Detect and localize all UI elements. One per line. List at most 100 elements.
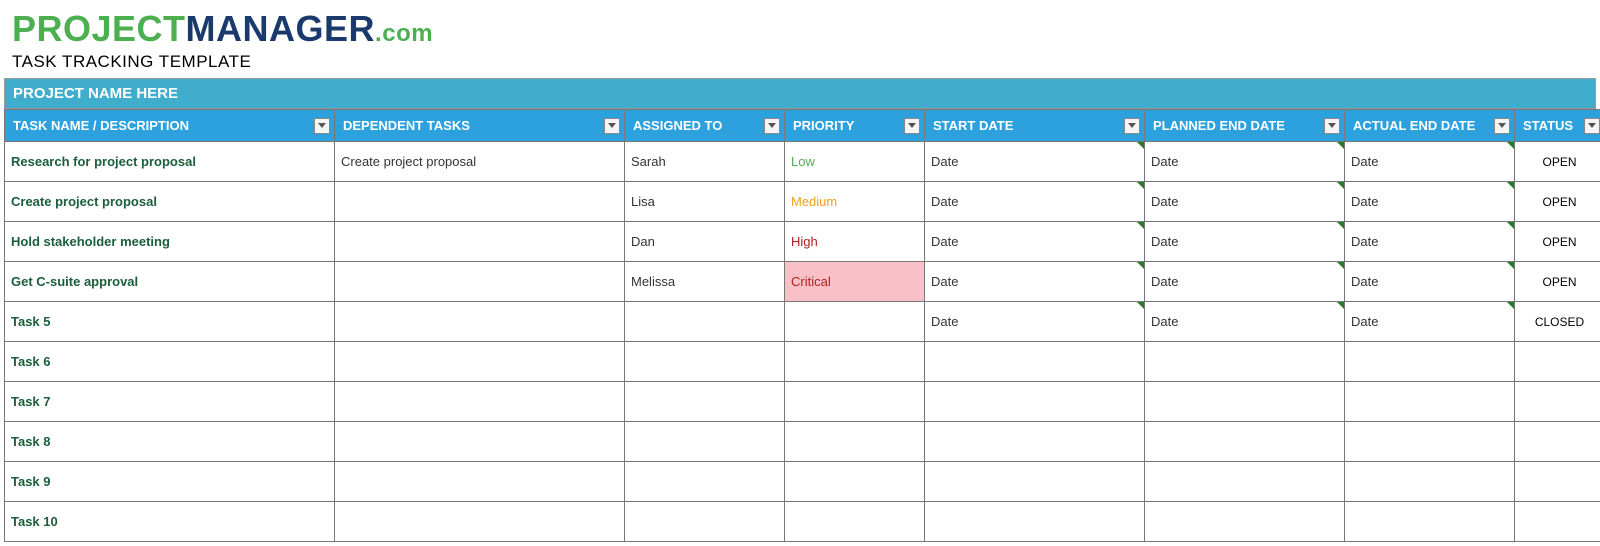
cell-priority-text: Medium (791, 194, 837, 209)
cell-dependent[interactable]: Create project proposal (335, 142, 625, 182)
cell-priority[interactable] (785, 422, 925, 462)
cell-task[interactable]: Task 6 (5, 342, 335, 382)
cell-start-date[interactable]: Date (925, 302, 1145, 342)
cell-dependent[interactable] (335, 422, 625, 462)
cell-dependent[interactable] (335, 262, 625, 302)
cell-assigned-text: Lisa (631, 194, 655, 209)
cell-planned-end-date[interactable]: Date (1145, 302, 1345, 342)
cell-status[interactable] (1515, 422, 1600, 462)
cell-task-text: Research for project proposal (11, 154, 196, 169)
cell-assigned[interactable]: Sarah (625, 142, 785, 182)
cell-planned-end-date[interactable]: Date (1145, 142, 1345, 182)
header-assigned-label: ASSIGNED TO (633, 118, 722, 133)
cell-dependent[interactable] (335, 342, 625, 382)
cell-start-text: Date (931, 314, 958, 329)
cell-actual-end-date[interactable]: Date (1345, 182, 1515, 222)
cell-dependent[interactable] (335, 182, 625, 222)
cell-priority[interactable]: High (785, 222, 925, 262)
cell-dependent[interactable] (335, 222, 625, 262)
cell-assigned[interactable] (625, 302, 785, 342)
cell-priority[interactable] (785, 382, 925, 422)
filter-priority-button[interactable] (904, 118, 920, 134)
cell-task[interactable]: Task 7 (5, 382, 335, 422)
filter-start-button[interactable] (1124, 118, 1140, 134)
cell-actual-end-date[interactable] (1345, 462, 1515, 502)
cell-planned-end-date[interactable] (1145, 462, 1345, 502)
cell-status[interactable]: OPEN (1515, 142, 1600, 182)
cell-actual-end-date[interactable] (1345, 342, 1515, 382)
cell-task[interactable]: Task 8 (5, 422, 335, 462)
cell-planned-end-date[interactable]: Date (1145, 222, 1345, 262)
filter-task-button[interactable] (314, 118, 330, 134)
cell-planned-end-date[interactable] (1145, 382, 1345, 422)
cell-assigned[interactable] (625, 422, 785, 462)
cell-actual-end-date[interactable]: Date (1345, 262, 1515, 302)
cell-task[interactable]: Task 9 (5, 462, 335, 502)
cell-start-date[interactable]: Date (925, 222, 1145, 262)
cell-task[interactable]: Create project proposal (5, 182, 335, 222)
cell-task[interactable]: Research for project proposal (5, 142, 335, 182)
cell-planned-end-date[interactable]: Date (1145, 262, 1345, 302)
table-row: Task 8 (5, 422, 1600, 462)
cell-task[interactable]: Task 5 (5, 302, 335, 342)
cell-planned-end-date[interactable] (1145, 342, 1345, 382)
cell-actual-end-date[interactable] (1345, 382, 1515, 422)
cell-status[interactable]: CLOSED (1515, 302, 1600, 342)
cell-marker-icon (1507, 182, 1514, 189)
cell-marker-icon (1137, 142, 1144, 149)
cell-status[interactable] (1515, 462, 1600, 502)
cell-priority[interactable] (785, 302, 925, 342)
cell-actual-end-date[interactable]: Date (1345, 302, 1515, 342)
cell-assigned[interactable] (625, 462, 785, 502)
filter-status-button[interactable] (1584, 118, 1600, 134)
cell-actual-end-date[interactable]: Date (1345, 222, 1515, 262)
cell-status[interactable]: OPEN (1515, 182, 1600, 222)
cell-actual-text: Date (1351, 154, 1378, 169)
cell-assigned[interactable]: Melissa (625, 262, 785, 302)
cell-priority[interactable]: Critical (785, 262, 925, 302)
cell-priority[interactable]: Low (785, 142, 925, 182)
table-row: Research for project proposal Create proj… (5, 142, 1600, 182)
cell-start-date[interactable] (925, 382, 1145, 422)
header-start-label: START DATE (933, 118, 1013, 133)
filter-assigned-button[interactable] (764, 118, 780, 134)
cell-start-text: Date (931, 234, 958, 249)
cell-start-date[interactable]: Date (925, 182, 1145, 222)
cell-start-date[interactable] (925, 342, 1145, 382)
cell-assigned[interactable]: Dan (625, 222, 785, 262)
filter-planned-button[interactable] (1324, 118, 1340, 134)
cell-actual-end-date[interactable] (1345, 422, 1515, 462)
cell-dependent[interactable] (335, 302, 625, 342)
cell-assigned-text: Melissa (631, 274, 675, 289)
chevron-down-icon (608, 123, 616, 128)
table-row: Task 6 (5, 342, 1600, 382)
cell-priority[interactable]: Medium (785, 182, 925, 222)
cell-start-text: Date (931, 154, 958, 169)
cell-status[interactable] (1515, 342, 1600, 382)
cell-priority[interactable] (785, 462, 925, 502)
filter-dependent-button[interactable] (604, 118, 620, 134)
cell-task-text: Hold stakeholder meeting (11, 234, 170, 249)
cell-start-date[interactable] (925, 462, 1145, 502)
cell-assigned[interactable] (625, 382, 785, 422)
cell-task[interactable]: Hold stakeholder meeting (5, 222, 335, 262)
cell-status[interactable] (1515, 382, 1600, 422)
cell-assigned[interactable]: Lisa (625, 182, 785, 222)
cell-dependent[interactable] (335, 462, 625, 502)
cell-start-date[interactable]: Date (925, 142, 1145, 182)
cell-planned-end-date[interactable]: Date (1145, 182, 1345, 222)
cell-actual-text: Date (1351, 234, 1378, 249)
chevron-down-icon (1498, 123, 1506, 128)
cell-assigned[interactable] (625, 342, 785, 382)
cell-status[interactable]: OPEN (1515, 262, 1600, 302)
cell-priority[interactable] (785, 342, 925, 382)
cell-status[interactable]: OPEN (1515, 222, 1600, 262)
cell-planned-end-date[interactable] (1145, 422, 1345, 462)
cell-actual-end-date[interactable]: Date (1345, 142, 1515, 182)
cell-task-text: Get C-suite approval (11, 274, 138, 289)
cell-start-date[interactable] (925, 422, 1145, 462)
cell-dependent[interactable] (335, 382, 625, 422)
filter-actual-button[interactable] (1494, 118, 1510, 134)
cell-task[interactable]: Get C-suite approval (5, 262, 335, 302)
cell-start-date[interactable]: Date (925, 262, 1145, 302)
